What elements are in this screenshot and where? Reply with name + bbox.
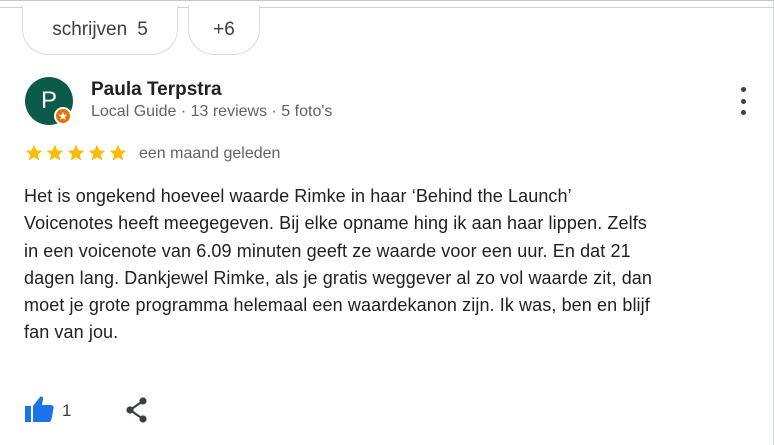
star-icon [109,144,127,161]
chip-more[interactable]: +6 [188,5,260,55]
review-date: een maand geleden [139,145,281,162]
review-text-line: Voicenotes heeft meegegeven. Bij elke op… [24,213,647,234]
review-text-line: dagen lang. Dankjewel Rimke, als je grat… [24,267,653,288]
share-icon[interactable] [123,396,151,424]
review-text-line: Het is ongekend hoeveel waarde Rimke in … [24,186,572,206]
chip-count: 5 [137,18,148,40]
author-meta: Local Guide · 13 reviews · 5 foto's [91,103,333,120]
chip-schrijven[interactable]: schrijven 5 [22,5,178,55]
chip-label: schrijven [52,18,128,40]
local-guide-star-icon [54,107,72,125]
author-name[interactable]: Paula Terpstra [91,79,222,101]
chip-label: +6 [213,18,235,40]
review-text-line: in een voicenote van 6.09 minuten geeft … [24,240,631,261]
star-icon [25,144,43,161]
review-card: schrijven 5 +6 P Paula Terpstra Local Gu… [0,0,774,445]
star-rating [24,143,128,163]
review-text-line: fan van jou. [24,322,119,343]
star-icon [67,144,85,161]
review-text: Het is ongekend hoeveel waarde Rimke in … [24,183,754,347]
star-icon [46,144,64,161]
star-icon [88,144,106,161]
filter-chips: schrijven 5 +6 [22,5,260,55]
like-count: 1 [62,401,72,420]
more-vert-icon[interactable] [732,87,754,115]
review-text-line: moet je grote programma helemaal een waa… [24,295,650,316]
thumb-up-icon[interactable] [24,394,56,424]
